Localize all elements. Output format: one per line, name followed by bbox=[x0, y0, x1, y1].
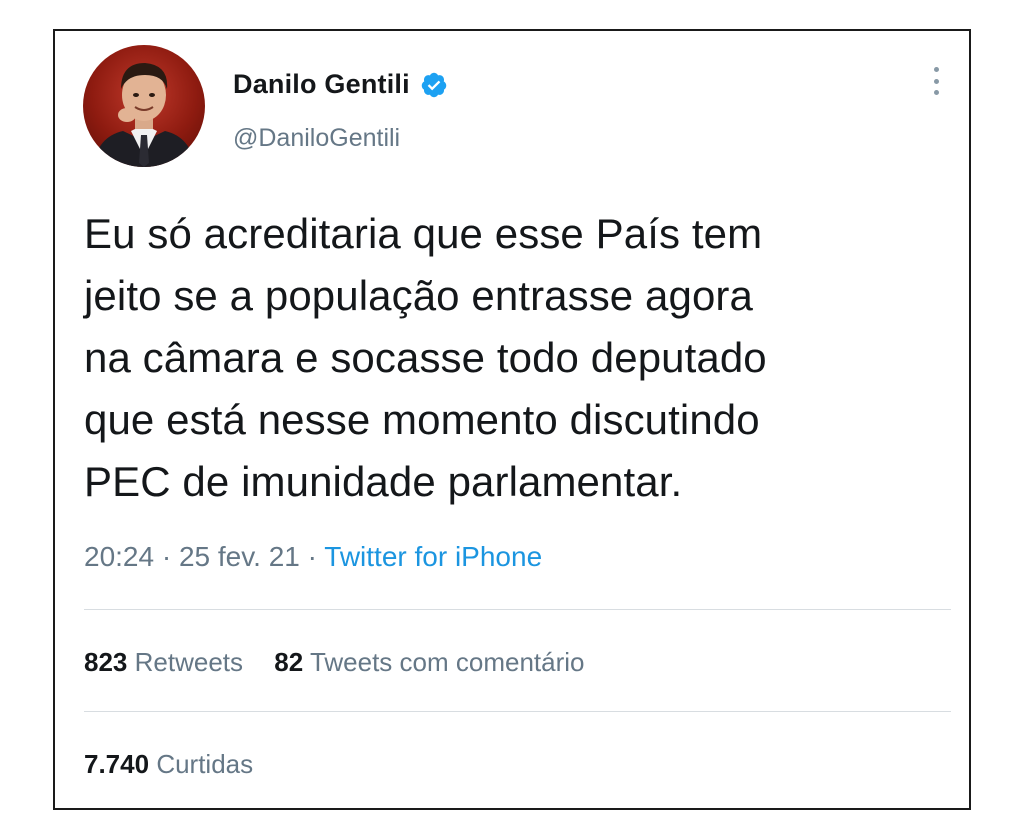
divider bbox=[84, 711, 951, 712]
stats-row-likes: 7.740 Curtidas bbox=[84, 749, 277, 780]
more-vertical-icon[interactable] bbox=[929, 67, 943, 95]
tweet-time[interactable]: 20:24 bbox=[84, 541, 154, 572]
tweet-text: Eu só acreditaria que esse País tem jeit… bbox=[84, 210, 767, 505]
likes-stat[interactable]: 7.740 Curtidas bbox=[84, 749, 253, 779]
quotes-count: 82 bbox=[274, 647, 304, 677]
retweets-stat[interactable]: 823 Retweets bbox=[84, 647, 243, 677]
tweet-date[interactable]: 25 fev. 21 bbox=[179, 541, 300, 572]
more-dot bbox=[933, 78, 939, 84]
meta-separator: · bbox=[307, 541, 317, 572]
more-dot bbox=[933, 90, 939, 95]
likes-label: Curtidas bbox=[156, 749, 254, 779]
author-name-row: Danilo Gentili bbox=[233, 69, 448, 100]
author-handle[interactable]: @DaniloGentili bbox=[233, 124, 400, 153]
likes-count: 7.740 bbox=[84, 749, 150, 779]
quotes-label: Tweets com comentário bbox=[309, 647, 585, 677]
tweet-card: Danilo Gentili @DaniloGentili Eu só acre… bbox=[53, 29, 971, 810]
quote-tweets-stat[interactable]: 82 Tweets com comentário bbox=[274, 647, 584, 677]
author-display-name[interactable]: Danilo Gentili bbox=[233, 69, 410, 100]
tweet-source-link[interactable]: Twitter for iPhone bbox=[324, 541, 542, 572]
avatar[interactable] bbox=[83, 45, 205, 167]
stats-row-shares: 823 Retweets 82 Tweets com comentário bbox=[84, 647, 609, 678]
verified-badge-icon bbox=[420, 71, 448, 99]
avatar-photo bbox=[93, 63, 195, 167]
divider bbox=[84, 609, 951, 610]
meta-separator: · bbox=[161, 541, 172, 572]
retweets-label: Retweets bbox=[134, 647, 244, 677]
tweet-meta: 20:24 · 25 fev. 21 · Twitter for iPhone bbox=[84, 541, 542, 573]
retweets-count: 823 bbox=[84, 647, 128, 677]
more-dot bbox=[933, 67, 939, 72]
